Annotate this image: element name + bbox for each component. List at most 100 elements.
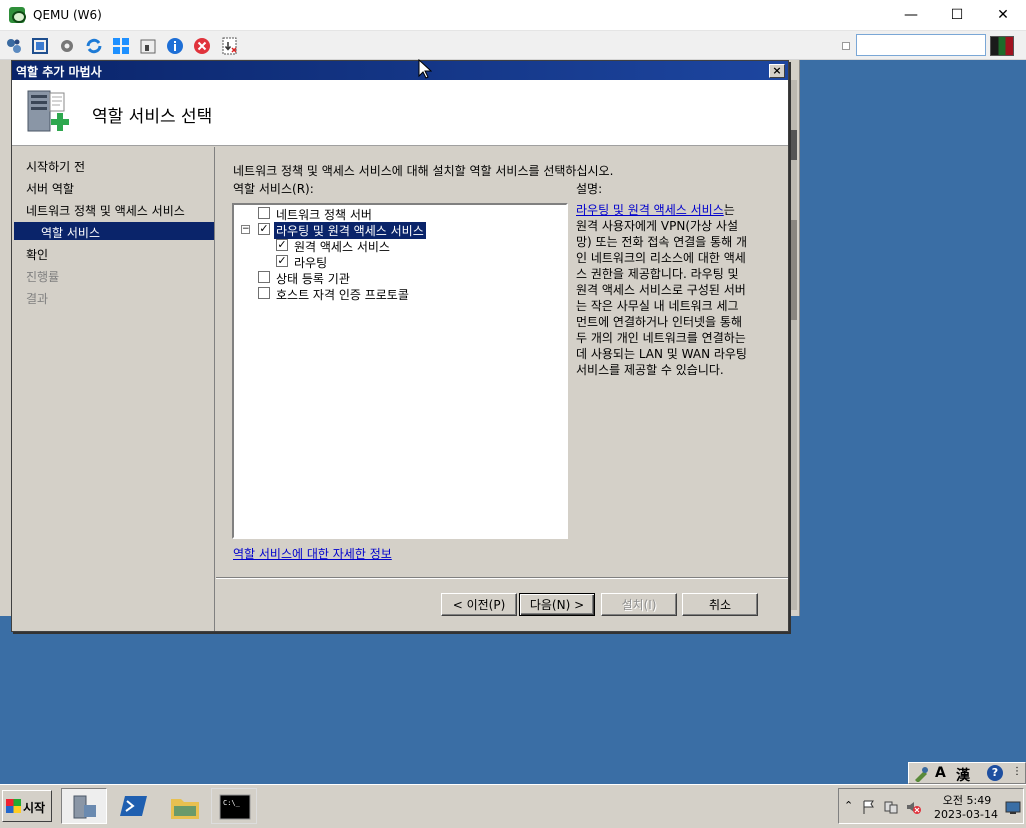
checkbox-nps[interactable] [258,207,270,219]
description-line: 먼트에 연결하거나 인터넷을 통해 [576,315,743,329]
tree-row-rras[interactable]: − ✓ 라우팅 및 원격 액세스 서비스 [234,221,566,240]
clock-time[interactable]: 오전 5:49 [937,792,997,808]
ime-pad-icon[interactable] [913,766,929,782]
windows-icon[interactable] [112,37,130,55]
wizard-close-button[interactable]: × [769,64,785,78]
tree-label: 호스트 자격 인증 프로토콜 [276,288,409,302]
network-tray-icon[interactable] [883,799,899,815]
nav-npas[interactable]: 네트워크 정책 및 액세스 서비스 [26,202,185,219]
window-title: QEMU (W6) [33,8,102,22]
info-icon[interactable] [166,37,184,55]
wizard-divider [216,577,788,579]
network-icon[interactable] [5,37,23,55]
previous-button[interactable]: < 이전(P) [441,593,517,616]
cmd-icon: C:\_ [219,794,251,820]
description-line: 원격 액세스 서비스로 구성된 서버 [576,283,746,297]
description-line: 원격 사용자에게 VPN(가상 사설 [576,219,738,233]
display-color-icon[interactable] [990,36,1014,56]
nav-role-services[interactable]: 역할 서비스 [14,222,214,240]
next-button[interactable]: 다음(N) > [519,593,595,616]
server-role-icon [27,90,69,132]
show-hidden-icons-icon[interactable]: ⌃ [844,799,853,812]
background-scroll-thumb-secondary[interactable] [789,220,797,320]
nav-server-roles[interactable]: 서버 역할 [26,180,74,197]
nav-before-you-begin[interactable]: 시작하기 전 [26,158,85,175]
langbar-options-icon[interactable]: ⋮ [1012,766,1022,777]
svg-text:C:\_: C:\_ [223,799,241,807]
tree-row-hcap[interactable]: 호스트 자격 인증 프로토콜 [234,285,566,302]
start-button[interactable]: 시작 [2,790,52,822]
screenshot-icon[interactable] [221,37,239,55]
stop-icon[interactable] [193,37,211,55]
description-label: 설명: [576,182,603,196]
taskbar-server-manager[interactable] [61,788,107,824]
tree-row-remote-access[interactable]: ✓ 원격 액세스 서비스 [234,237,566,254]
nav-role-services-label: 역할 서비스 [41,226,101,240]
install-button: 설치(I) [601,593,677,616]
checkbox-remote-access[interactable]: ✓ [276,239,288,251]
description-line: 스 권한을 제공합니다. 라우팅 및 [576,267,739,281]
usb-icon[interactable] [139,37,157,55]
checkbox-hcap[interactable] [258,287,270,299]
taskbar-explorer[interactable] [162,788,208,824]
wizard-nav: 시작하기 전 서버 역할 네트워크 정책 및 액세스 서비스 역할 서비스 확인… [12,147,215,631]
intro-text: 네트워크 정책 및 액세스 서비스에 대해 설치할 역할 서비스를 선택하십시오… [233,164,614,178]
hanja-toggle[interactable]: 漢 [956,765,970,785]
checkbox-rras[interactable]: ✓ [258,223,270,235]
taskbar-cmd[interactable]: C:\_ [211,788,257,824]
description-line: 데 사용되는 LAN 및 WAN 라우팅 [576,347,747,361]
wizard-title: 역할 추가 마법사 [16,65,102,79]
help-icon[interactable]: ? [987,765,1003,781]
maximize-button[interactable]: ☐ [934,0,980,31]
qemu-app-icon [9,7,26,23]
flag-icon[interactable] [861,799,877,815]
background-scroll-thumb[interactable] [789,130,797,160]
mouse-cursor-icon [418,59,432,79]
ime-mode-toggle[interactable]: A [935,765,946,781]
role-services-tree[interactable]: 네트워크 정책 서버 − ✓ 라우팅 및 원격 액세스 서비스 ✓ 원격 액세스… [232,203,568,539]
more-info-link[interactable]: 역할 서비스에 대한 자세한 정보 [233,545,392,562]
windows-logo-icon [6,799,21,813]
collapse-icon[interactable]: − [241,225,250,234]
description-line: 는 작은 사무실 내 네트워크 세그 [576,299,739,313]
qemu-titlebar: QEMU (W6) — ☐ ✕ [0,0,1026,31]
tree-row-routing[interactable]: ✓ 라우팅 [234,253,566,270]
wizard-titlebar[interactable]: 역할 추가 마법사 × [12,61,788,80]
nav-results: 결과 [26,292,49,306]
description-line: 서비스를 제공할 수 있습니다. [576,363,724,377]
server-manager-icon [73,795,96,819]
role-services-label: 역할 서비스(R): [233,182,314,196]
powershell-icon [120,796,147,816]
checkbox-hra[interactable] [258,271,270,283]
clock-date[interactable]: 2023-03-14 [931,808,1001,821]
tree-row-nps[interactable]: 네트워크 정책 서버 [234,205,566,222]
description-line: 는 [723,203,735,217]
description-line: 두 개의 개인 네트워크를 연결하는 [576,331,746,345]
language-bar: A 漢 ? ⋮ [908,762,1026,784]
taskbar: 시작 C:\_ ⌃ 오전 5:49 2023-03-14 [0,784,1026,828]
folder-icon [171,799,199,819]
description-link[interactable]: 라우팅 및 원격 액세스 서비스 [576,203,724,217]
search-input[interactable] [856,34,986,56]
settings-icon[interactable] [58,37,76,55]
nav-confirmation[interactable]: 확인 [26,246,48,263]
wizard-page-title: 역할 서비스 선택 [92,107,213,127]
taskbar-powershell[interactable] [112,788,158,824]
refresh-icon[interactable] [85,37,103,55]
volume-muted-icon[interactable] [905,799,921,815]
cancel-button[interactable]: 취소 [682,593,758,616]
description-text: 라우팅 및 원격 액세스 서비스는 원격 사용자에게 VPN(가상 사설 망) … [576,202,768,378]
wizard-header: 역할 서비스 선택 [12,80,788,146]
description-line: 인 네트워크의 리소스에 대한 액세 [576,251,746,265]
wizard-content: 네트워크 정책 및 액세스 서비스에 대해 설치할 역할 서비스를 선택하십시오… [216,147,788,577]
show-desktop-icon[interactable] [1005,801,1021,815]
add-roles-wizard: 역할 추가 마법사 × 역할 서비스 선택 시작하기 전 서버 역할 네트워크 … [11,60,789,632]
toolbar-toggle[interactable] [842,42,850,50]
tree-row-hra[interactable]: 상태 등록 기관 [234,269,566,286]
checkbox-routing[interactable]: ✓ [276,255,288,267]
system-tray: ⌃ 오전 5:49 2023-03-14 [838,788,1024,824]
minimize-button[interactable]: — [888,0,934,31]
fullscreen-icon[interactable] [31,37,49,55]
start-label: 시작 [23,801,46,815]
close-button[interactable]: ✕ [980,0,1026,31]
